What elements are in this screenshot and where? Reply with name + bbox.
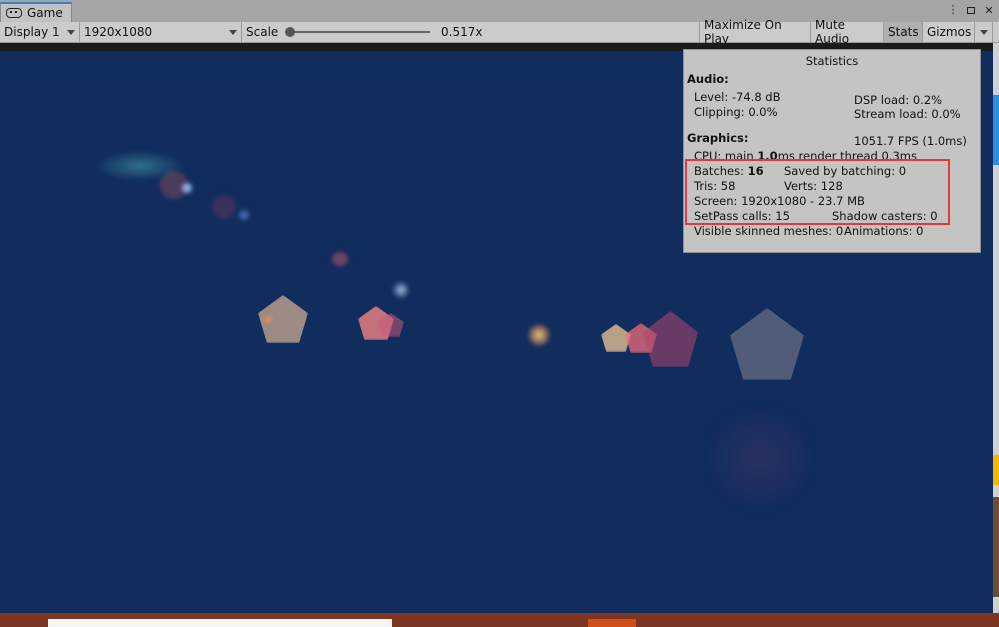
audio-header: Audio:: [687, 72, 729, 86]
bokeh: [730, 308, 804, 380]
bokeh: [705, 403, 815, 513]
tab-game[interactable]: Game: [0, 2, 72, 22]
bokeh: [182, 183, 192, 193]
bokeh: [239, 210, 249, 220]
chevron-down-icon: [980, 29, 988, 35]
bokeh: [265, 316, 272, 323]
stats-label: Stats: [888, 25, 919, 39]
bokeh: [528, 324, 550, 346]
gizmos-dropdown[interactable]: [975, 22, 993, 42]
audio-level: Level: -74.8 dB: [694, 90, 781, 104]
display-label: Display 1: [4, 25, 60, 39]
background-window-fragment: [588, 619, 636, 627]
tab-label: Game: [27, 6, 63, 20]
background-window-fragment: [48, 619, 392, 627]
stream-load: Stream load: 0.0%: [854, 107, 961, 121]
dsp-load: DSP load: 0.2%: [854, 93, 943, 107]
visible-skinned-meshes: Visible skinned meshes: 0: [694, 224, 844, 238]
gizmos-label: Gizmos: [927, 25, 972, 39]
animations: Animations: 0: [844, 224, 924, 238]
highlight-box: [685, 159, 950, 225]
graphics-header: Graphics:: [687, 131, 749, 145]
audio-clipping: Clipping: 0.0%: [694, 105, 778, 119]
statistics-panel: Statistics Audio: Level: -74.8 dB DSP lo…: [683, 49, 981, 253]
display-dropdown[interactable]: Display 1: [0, 22, 80, 42]
background-window-fragment: [993, 95, 999, 165]
maximize-on-play-label: Maximize On Play: [704, 18, 782, 46]
game-toolbar: Display 1 1920x1080 Scale 0.517x Maximiz…: [0, 18, 999, 46]
bokeh: [212, 195, 236, 219]
resolution-label: 1920x1080: [84, 25, 153, 39]
gizmos-toggle[interactable]: Gizmos: [923, 22, 975, 42]
scale-slider-track[interactable]: [290, 31, 430, 33]
mute-audio-label: Mute Audio: [815, 18, 850, 46]
maximize-icon[interactable]: [967, 6, 975, 14]
background-window-fragment: [993, 455, 999, 485]
fps: 1051.7 FPS (1.0ms): [854, 134, 967, 148]
mute-audio-toggle[interactable]: Mute Audio: [811, 18, 884, 46]
maximize-on-play-toggle[interactable]: Maximize On Play: [700, 18, 811, 46]
cpu-main: 1.0: [757, 149, 778, 159]
bokeh: [643, 311, 698, 367]
cpu-suffix: ms render thread 0.3ms: [777, 149, 917, 159]
more-options-icon[interactable]: ⋮: [947, 4, 959, 16]
statistics-title: Statistics: [805, 54, 859, 68]
scale-label: Scale: [246, 25, 279, 39]
gamepad-icon: [6, 8, 22, 18]
chevron-down-icon: [67, 29, 75, 35]
cpu-prefix: CPU: main: [694, 149, 758, 159]
background-window-fragment: [993, 497, 999, 597]
window-controls: ⋮ ✕: [947, 4, 995, 17]
chevron-down-icon: [229, 29, 237, 35]
stats-toggle[interactable]: Stats: [884, 22, 923, 42]
close-icon[interactable]: ✕: [983, 4, 995, 17]
bokeh: [392, 281, 410, 299]
scale-slider-thumb[interactable]: [285, 27, 295, 37]
bokeh: [332, 252, 348, 266]
scale-value: 0.517x: [441, 25, 483, 39]
resolution-dropdown[interactable]: 1920x1080: [80, 22, 242, 42]
cpu-time: CPU: main 1.0ms render thread 0.3ms: [694, 149, 917, 159]
